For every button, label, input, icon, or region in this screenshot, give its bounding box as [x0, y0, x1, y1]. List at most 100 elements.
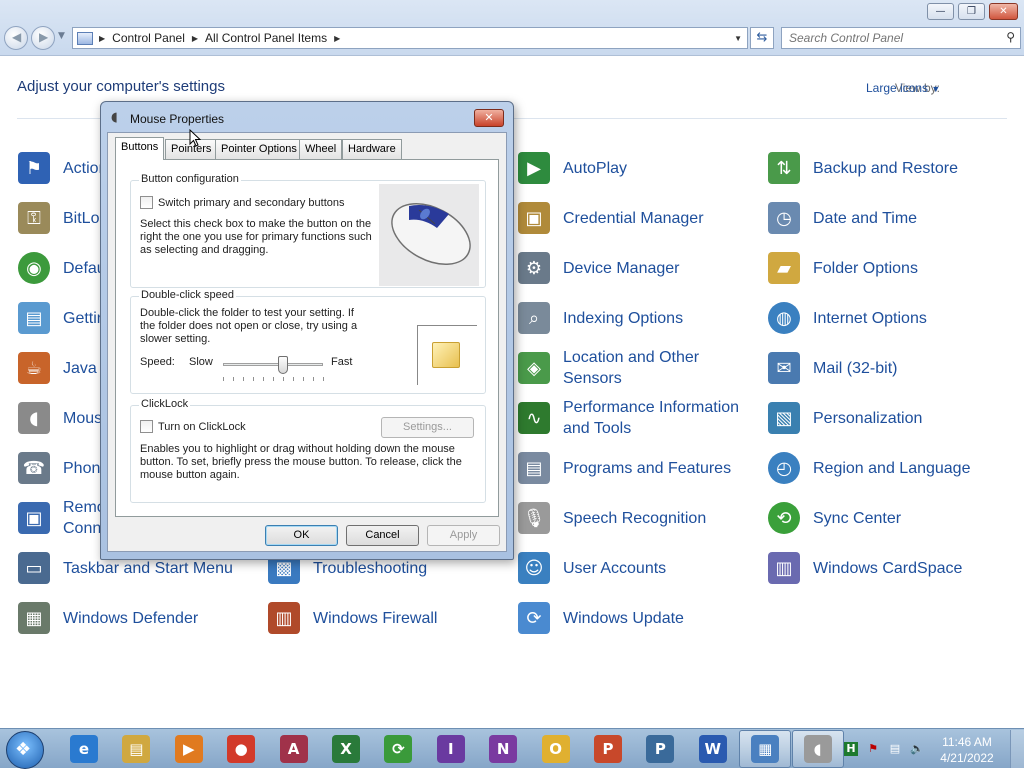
media-player-icon[interactable]: ▶ [174, 735, 203, 763]
taskbar-button[interactable]: ▤ [110, 730, 162, 768]
breadcrumb-chevron-icon[interactable]: ▶ [334, 34, 340, 43]
cp-item-date-time[interactable]: ◷ Date and Time [768, 196, 1003, 240]
search-icon[interactable]: ⚲ [1006, 30, 1015, 44]
publisher-icon[interactable]: P [646, 735, 675, 763]
cp-item-mail[interactable]: ✉ Mail (32-bit) [768, 346, 1003, 390]
speed-slider-track[interactable] [223, 363, 323, 366]
cp-item-personalization[interactable]: ▧ Personalization [768, 396, 1003, 440]
cp-item-device-manager[interactable]: ⚙ Device Manager [518, 246, 753, 290]
internet-explorer-icon[interactable]: e [70, 735, 98, 763]
cp-item-indexing-options[interactable]: ⌕ Indexing Options [518, 296, 753, 340]
cp-item-cardspace[interactable]: ▥ Windows CardSpace [768, 546, 1003, 590]
forward-button[interactable]: ▶ [31, 26, 55, 50]
word-icon[interactable]: W [698, 735, 727, 763]
taskbar-button[interactable]: ◖ [791, 730, 844, 768]
start-button[interactable]: ❖ [6, 731, 44, 769]
ok-button[interactable]: OK [265, 525, 338, 546]
cp-item-region-language[interactable]: ◴ Region and Language [768, 446, 1003, 490]
switch-buttons-checkbox[interactable]: Switch primary and secondary buttons [140, 196, 344, 209]
search-box[interactable]: ⚲ [781, 27, 1021, 49]
tab-page-buttons: Button configuration Switch primary and … [115, 159, 499, 517]
cp-item-location-sensors[interactable]: ◈ Location and Other Sensors [518, 346, 753, 390]
apply-button[interactable]: Apply [427, 525, 500, 546]
cp-item-user-accounts[interactable]: ☺ User Accounts [518, 546, 753, 590]
tab-buttons[interactable]: Buttons [115, 137, 165, 160]
cp-item-autoplay[interactable]: ▶ AutoPlay [518, 146, 753, 190]
address-bar[interactable]: ▶ Control Panel ▶ All Control Panel Item… [72, 27, 748, 49]
cp-item-sync-center[interactable]: ⟲ Sync Center [768, 496, 1003, 540]
breadcrumb-chevron-icon[interactable]: ▶ [192, 34, 198, 43]
taskbar-button[interactable]: A [268, 730, 320, 768]
view-by-dropdown[interactable]: Large icons ▼ [866, 81, 940, 95]
back-button[interactable]: ◀ [4, 26, 28, 50]
excel-icon[interactable]: X [332, 735, 360, 763]
network-icon[interactable]: ▤ [888, 742, 902, 756]
checkbox-box[interactable] [140, 196, 153, 209]
taskbar-button[interactable]: P [582, 730, 634, 768]
taskbar-button[interactable]: ● [215, 730, 267, 768]
search-input[interactable] [789, 28, 999, 48]
breadcrumb-control-panel[interactable]: Control Panel [112, 31, 185, 45]
taskbar-button[interactable]: P [634, 730, 686, 768]
breadcrumb-all-items[interactable]: All Control Panel Items [205, 31, 327, 45]
chrome-icon[interactable]: ● [227, 735, 256, 763]
tab-wheel[interactable]: Wheel [299, 139, 343, 159]
windows-explorer-icon[interactable]: ▤ [122, 735, 151, 763]
powerpoint-icon[interactable]: P [594, 735, 622, 763]
clicklock-settings-button[interactable]: Settings... [381, 417, 474, 438]
cp-item-performance[interactable]: ∿ Performance Information and Tools [518, 396, 753, 440]
network-warning-icon[interactable]: ⚑ [866, 742, 880, 756]
cancel-button[interactable]: Cancel [346, 525, 419, 546]
taskbar-button[interactable]: ▶ [163, 730, 215, 768]
access-icon[interactable]: A [279, 735, 308, 763]
taskbar-button[interactable]: e [58, 730, 110, 768]
speed-slider-thumb[interactable] [278, 356, 288, 374]
clicklock-checkbox[interactable]: Turn on ClickLock [140, 420, 246, 433]
cp-item-credential-manager[interactable]: ▣ Credential Manager [518, 196, 753, 240]
taskbar-button[interactable]: X [320, 730, 372, 768]
tab-pointer-options[interactable]: Pointer Options [215, 139, 303, 159]
taskbar-button[interactable]: O [530, 730, 582, 768]
window-close-button[interactable]: ✕ [989, 3, 1018, 20]
slow-label: Slow [189, 356, 213, 368]
tray-app-icon[interactable]: H [844, 742, 858, 756]
folder-icon[interactable] [432, 342, 460, 368]
cp-item-programs-features[interactable]: ▤ Programs and Features [518, 446, 753, 490]
recent-pages-dropdown[interactable]: ▼ [58, 31, 65, 41]
mouse-app-icon[interactable]: ◖ [803, 735, 832, 763]
taskbar-button[interactable]: W [687, 730, 739, 768]
clock-time[interactable]: 11:46 AM [934, 734, 1000, 750]
checkbox-box[interactable] [140, 420, 153, 433]
maximize-button[interactable]: ❐ [958, 3, 985, 20]
taskbar-button[interactable]: ⟳ [372, 730, 424, 768]
dialog-close-button[interactable]: ✕ [474, 109, 504, 127]
address-dropdown-icon[interactable]: ▼ [734, 34, 742, 43]
refresh-button[interactable]: ⇆ [750, 27, 774, 49]
view-by-value[interactable]: Large icons [866, 81, 928, 95]
phone-icon: ☎ [18, 452, 50, 484]
control-panel-icon[interactable]: ▦ [751, 735, 780, 763]
cp-item-speech-recognition[interactable]: 🎙 Speech Recognition [518, 496, 753, 540]
chevron-down-icon[interactable]: ▼ [931, 84, 940, 94]
system-clock[interactable]: 11:46 AM 4/21/2022 [934, 734, 1000, 766]
cp-item-windows-firewall[interactable]: ▥ Windows Firewall [268, 596, 503, 640]
sync-app-icon[interactable]: ⟳ [384, 735, 413, 763]
infopath-icon[interactable]: I [436, 735, 465, 763]
tab-hardware[interactable]: Hardware [342, 139, 402, 159]
breadcrumb-chevron-icon[interactable]: ▶ [99, 34, 105, 43]
onenote-icon[interactable]: N [489, 735, 518, 763]
test-folder-area[interactable] [417, 325, 477, 385]
clock-date[interactable]: 4/21/2022 [934, 750, 1000, 766]
cp-item-windows-defender[interactable]: ▦ Windows Defender [18, 596, 253, 640]
taskbar-button[interactable]: N [477, 730, 529, 768]
minimize-button[interactable]: — [927, 3, 954, 20]
show-desktop-button[interactable] [1010, 730, 1024, 768]
cp-item-backup-restore[interactable]: ⇅ Backup and Restore [768, 146, 1003, 190]
cp-item-windows-update[interactable]: ⟳ Windows Update [518, 596, 753, 640]
volume-icon[interactable]: 🔈 [910, 742, 924, 756]
taskbar-button[interactable]: ▦ [739, 730, 792, 768]
taskbar-button[interactable]: I [425, 730, 477, 768]
cp-item-folder-options[interactable]: ▰ Folder Options [768, 246, 1003, 290]
cp-item-internet-options[interactable]: ◍ Internet Options [768, 296, 1003, 340]
outlook-icon[interactable]: O [541, 735, 570, 763]
